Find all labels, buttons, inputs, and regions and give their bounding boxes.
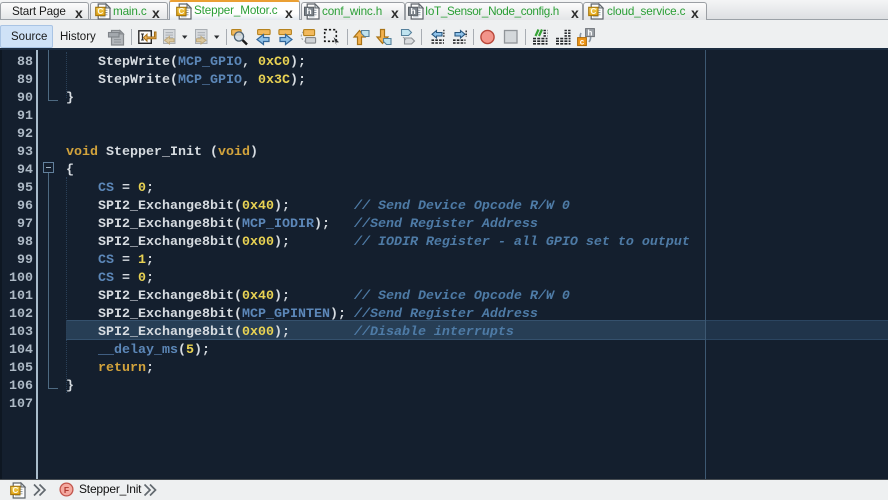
svg-text:c: c	[580, 37, 585, 46]
svg-text:h: h	[588, 28, 593, 37]
svg-text:F: F	[64, 485, 69, 495]
